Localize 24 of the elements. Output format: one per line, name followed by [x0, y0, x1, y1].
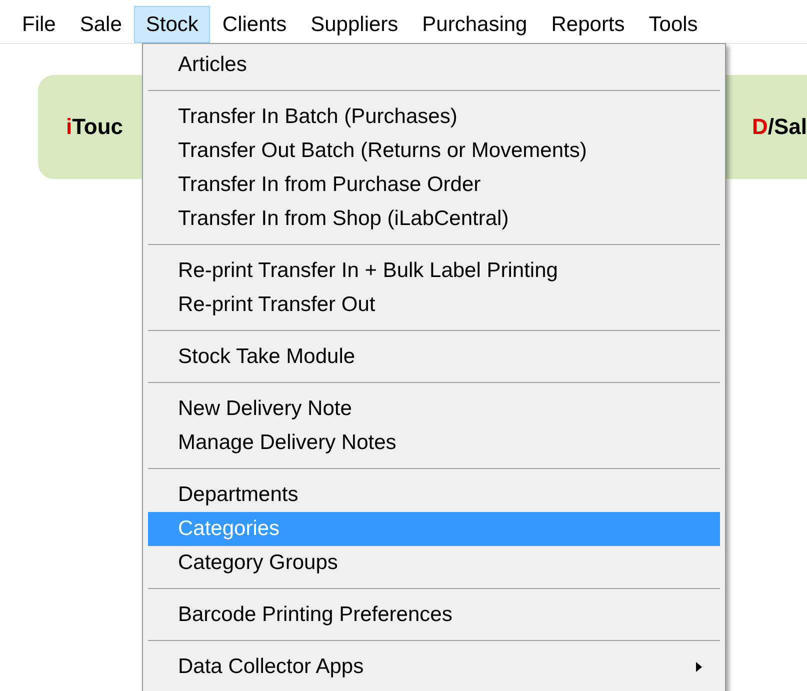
menu-item[interactable]: Category Groups	[148, 546, 720, 580]
menu-item[interactable]: Transfer In from Purchase Order	[148, 168, 720, 202]
menu-bar-item[interactable]: Tools	[636, 6, 710, 43]
menu-bar-item[interactable]: Reports	[539, 6, 637, 43]
menu-bar-item[interactable]: Stock	[134, 6, 210, 43]
menu-bar-item[interactable]: Sale	[68, 6, 134, 43]
banner-title: iTouc	[66, 114, 124, 140]
menu-item[interactable]: Transfer Out Batch (Returns or Movements)	[148, 134, 720, 168]
menu-bar-item[interactable]: Suppliers	[298, 6, 410, 43]
menu-item[interactable]: Re-print Transfer Out	[148, 288, 720, 322]
menu-bar-item[interactable]: File	[10, 6, 68, 43]
menu-item[interactable]: Manage Delivery Notes	[148, 426, 720, 460]
menu-item[interactable]: Barcode Printing Preferences	[148, 598, 720, 632]
menu-item[interactable]: Transfer In from Shop (iLabCentral)	[148, 202, 720, 236]
menu-item[interactable]: Articles	[148, 48, 720, 82]
menu-bar-item[interactable]: Purchasing	[410, 6, 540, 43]
menu-bar-item[interactable]: Clients	[210, 6, 299, 43]
menu-item[interactable]: Stock Take Module	[148, 340, 720, 374]
menu-item[interactable]: Data Collector Apps	[148, 650, 720, 684]
menu-item[interactable]: New Delivery Note	[148, 392, 720, 426]
menu-item[interactable]: Transfer In Batch (Purchases)	[148, 100, 720, 134]
menu-item[interactable]: Departments	[148, 478, 720, 512]
menu-item[interactable]: Re-print Transfer In + Bulk Label Printing	[148, 254, 720, 288]
banner-title: D/Sal	[752, 114, 807, 140]
